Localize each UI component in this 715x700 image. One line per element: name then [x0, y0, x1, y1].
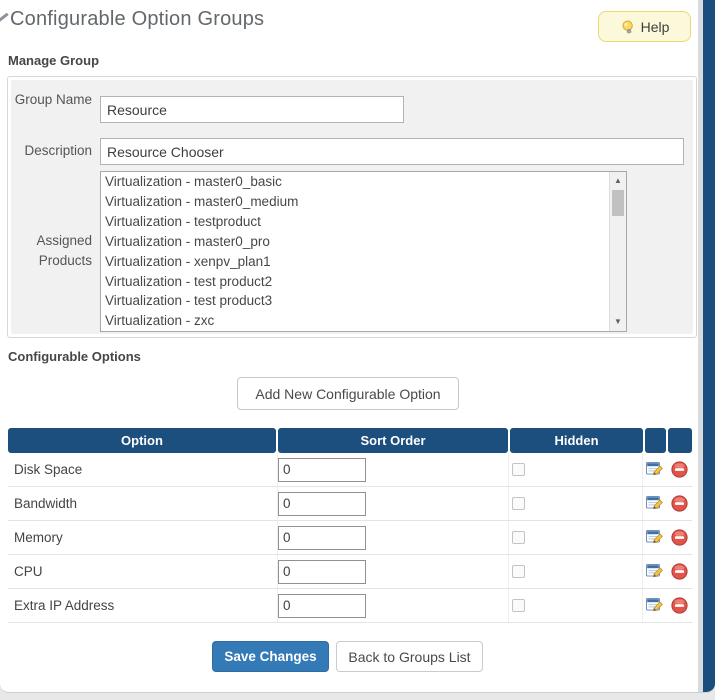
product-option[interactable]: Virtualization - xenpv_plan1: [101, 252, 609, 272]
delete-option-icon[interactable]: [671, 563, 688, 580]
header-hidden: Hidden: [510, 428, 643, 453]
delete-option-icon[interactable]: [671, 461, 688, 478]
edit-option-icon[interactable]: [646, 563, 663, 580]
option-name: Extra IP Address: [8, 589, 278, 622]
hidden-checkbox[interactable]: [512, 531, 525, 544]
product-option[interactable]: Virtualization - test product3: [101, 291, 609, 311]
manage-group-heading: Manage Group: [8, 53, 99, 68]
table-row: Extra IP Address: [8, 589, 692, 623]
header-sort-order: Sort Order: [278, 428, 508, 453]
help-button[interactable]: Help: [598, 11, 691, 42]
page-title: Configurable Option Groups: [10, 8, 264, 31]
option-name: Bandwidth: [8, 487, 278, 520]
group-name-label: Group Name: [8, 90, 92, 110]
help-button-label: Help: [641, 19, 670, 35]
table-row: CPU: [8, 555, 692, 589]
delete-option-icon[interactable]: [671, 529, 688, 546]
hidden-checkbox[interactable]: [512, 463, 525, 476]
sort-order-input[interactable]: [278, 492, 366, 516]
scroll-down-icon[interactable]: ▼: [610, 314, 626, 330]
header-delete: [668, 428, 692, 453]
description-input[interactable]: [100, 138, 684, 165]
edit-option-icon[interactable]: [646, 461, 663, 478]
options-table: Option Sort Order Hidden Disk Space: [8, 428, 692, 623]
sort-order-input[interactable]: [278, 526, 366, 550]
delete-option-icon[interactable]: [671, 495, 688, 512]
configurable-options-heading: Configurable Options: [8, 349, 141, 364]
option-name: Memory: [8, 521, 278, 554]
hidden-checkbox[interactable]: [512, 497, 525, 510]
corner-mark: [0, 13, 9, 23]
table-header-row: Option Sort Order Hidden: [8, 428, 692, 453]
save-changes-button[interactable]: Save Changes: [212, 641, 329, 672]
hidden-checkbox[interactable]: [512, 565, 525, 578]
assigned-products-listbox[interactable]: Virtualization - master0_basicVirtualiza…: [100, 171, 627, 332]
product-option[interactable]: Virtualization - master0_basic: [101, 172, 609, 192]
product-option[interactable]: Virtualization - master0_medium: [101, 192, 609, 212]
option-name: Disk Space: [8, 453, 278, 486]
edit-option-icon[interactable]: [646, 597, 663, 614]
back-to-groups-list-button[interactable]: Back to Groups List: [336, 641, 483, 672]
edit-option-icon[interactable]: [646, 495, 663, 512]
header-edit: [645, 428, 666, 453]
assigned-products-label: Assigned Products: [8, 231, 92, 271]
right-blue-bar: [703, 0, 715, 693]
table-row: Bandwidth: [8, 487, 692, 521]
sort-order-input[interactable]: [278, 458, 366, 482]
product-option[interactable]: Virtualization - zxc: [101, 311, 609, 331]
description-label: Description: [8, 141, 92, 161]
hidden-checkbox[interactable]: [512, 599, 525, 612]
option-name: CPU: [8, 555, 278, 588]
add-new-configurable-option-button[interactable]: Add New Configurable Option: [237, 377, 459, 410]
sort-order-input[interactable]: [278, 594, 366, 618]
lightbulb-icon: [620, 19, 636, 35]
group-name-input[interactable]: [100, 96, 404, 123]
scrollbar-thumb[interactable]: [612, 190, 624, 216]
product-option[interactable]: Virtualization - testproduct: [101, 212, 609, 232]
listbox-scrollbar[interactable]: ▲ ▼: [609, 172, 626, 331]
table-row: Memory: [8, 521, 692, 555]
table-row: Disk Space: [8, 453, 692, 487]
product-option[interactable]: Virtualization - master0_pro: [101, 232, 609, 252]
scroll-up-icon[interactable]: ▲: [610, 173, 626, 189]
header-option: Option: [8, 428, 276, 453]
sort-order-input[interactable]: [278, 560, 366, 584]
product-option[interactable]: Virtualization - test product2: [101, 272, 609, 292]
content-card: Configurable Option Groups Help Manage G…: [0, 0, 715, 693]
edit-option-icon[interactable]: [646, 529, 663, 546]
delete-option-icon[interactable]: [671, 597, 688, 614]
